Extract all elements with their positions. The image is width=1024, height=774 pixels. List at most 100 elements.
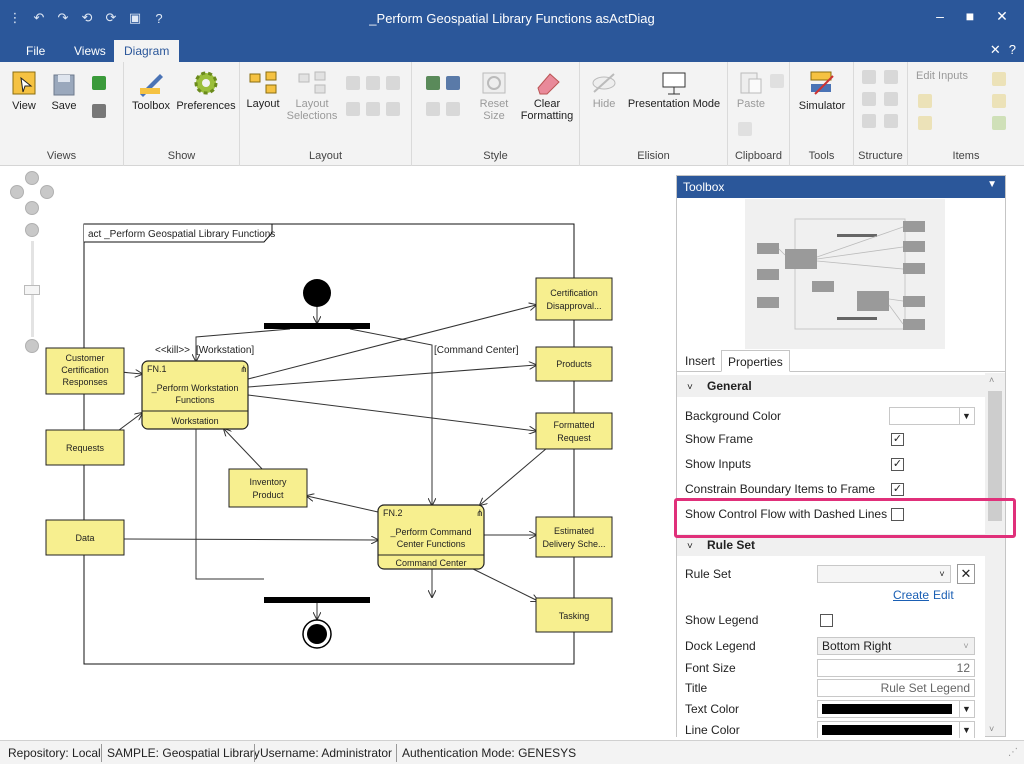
layout-button[interactable]: Layout (244, 70, 282, 110)
scroll-down-icon[interactable]: ˅ (989, 724, 994, 734)
clear-formatting-button[interactable]: Clear Formatting (516, 70, 578, 122)
node-estimated-delivery[interactable]: Estimated Delivery Sche... (535, 516, 613, 558)
items-icon-2[interactable] (918, 94, 932, 108)
align-left-icon[interactable] (346, 76, 360, 90)
style-icon-3[interactable] (426, 102, 440, 116)
dropdown-arrow-icon[interactable]: ▼ (959, 722, 973, 738)
save-button[interactable]: Save (48, 72, 80, 112)
fork-bar[interactable] (264, 323, 370, 329)
tab-views[interactable]: Views (64, 40, 116, 62)
copy-icon[interactable] (770, 74, 784, 88)
spell-check-icon[interactable] (92, 104, 106, 118)
line-color-swatch (822, 725, 952, 735)
structure-icon-3[interactable] (862, 92, 876, 106)
node-formatted-request[interactable]: Formatted Request (535, 412, 613, 450)
dropdown-arrow-icon[interactable]: ▼ (959, 408, 973, 424)
node-data[interactable]: Data (45, 519, 125, 556)
items-icon-1[interactable] (992, 72, 1006, 86)
align-center-icon[interactable] (366, 76, 380, 90)
cut-icon[interactable] (738, 122, 752, 136)
items-icon-5[interactable] (992, 116, 1006, 130)
node-certification-disapproval[interactable]: Certification Disapproval... (535, 277, 613, 321)
prop-line-color: Line Color ▼ (677, 719, 985, 738)
initial-node[interactable] (303, 279, 331, 307)
font-size-input[interactable]: 12 (817, 659, 975, 677)
reset-size-button[interactable]: Reset Size (474, 70, 514, 122)
minimize-button[interactable]: – (928, 8, 952, 28)
show-frame-checkbox[interactable]: ✓ (891, 433, 904, 446)
collapse-chevron-icon[interactable]: ▼ (987, 179, 997, 190)
tab-file[interactable]: File (16, 40, 55, 62)
items-icon-4[interactable] (918, 116, 932, 130)
align-right-icon[interactable] (386, 76, 400, 90)
layout-selections-button[interactable]: Layout Selections (284, 70, 340, 122)
node-inventory-product[interactable]: Inventory Product (228, 468, 308, 508)
text-color-dropdown[interactable] (817, 700, 975, 718)
title-input[interactable]: Rule Set Legend (817, 679, 975, 697)
group-label-style: Style (483, 150, 508, 162)
create-link[interactable]: Create (893, 588, 929, 602)
style-icon-1[interactable] (426, 76, 440, 90)
align-middle-icon[interactable] (366, 102, 380, 116)
help-circle-icon[interactable]: ? (1009, 42, 1016, 58)
structure-icon-6[interactable] (884, 114, 898, 128)
dropdown-arrow-icon[interactable]: ▼ (959, 701, 973, 717)
show-inputs-checkbox[interactable]: ✓ (891, 458, 904, 471)
dropdown-arrow-icon[interactable]: ˅ (959, 638, 973, 654)
prop-label: Rule Set (685, 567, 732, 581)
constrain-checkbox[interactable]: ✓ (891, 483, 904, 496)
node-requests[interactable]: Requests (45, 429, 125, 466)
function-fn2[interactable]: FN.2 ⋔ _Perform Command Center Functions… (377, 504, 485, 570)
dock-legend-dropdown[interactable]: Bottom Right (817, 637, 975, 655)
structure-icon-5[interactable] (862, 114, 876, 128)
text-color-swatch (822, 704, 952, 714)
align-bottom-icon[interactable] (386, 102, 400, 116)
paste-button[interactable]: Paste (734, 70, 768, 110)
node-products[interactable]: Products (535, 346, 613, 382)
section-general[interactable]: ˅ General (677, 375, 985, 397)
ribbon-group-items: Edit Inputs Items (908, 62, 1024, 166)
simulator-button[interactable]: Simulator (794, 68, 850, 112)
edit-link[interactable]: Edit (933, 588, 954, 602)
hide-button[interactable]: Hide (586, 70, 622, 110)
close-button[interactable]: ✕ (990, 8, 1014, 28)
node-label: Product (252, 490, 284, 500)
node-customer-certification[interactable]: Customer Certification Responses (45, 347, 125, 395)
clear-formatting-label-2: Formatting (520, 110, 574, 122)
items-icon-3[interactable] (992, 94, 1006, 108)
structure-icon-4[interactable] (884, 92, 898, 106)
style-icon-2[interactable] (446, 76, 460, 90)
clear-formatting-label-1: Clear (533, 98, 561, 110)
join-bar[interactable] (264, 597, 370, 603)
node-tasking[interactable]: Tasking (535, 597, 613, 633)
scroll-up-icon[interactable]: ˄ (989, 375, 994, 385)
diagram-canvas[interactable]: act _Perform Geospatial Library Function… (0, 167, 672, 737)
properties-scrollbar[interactable]: ˄ ˅ (985, 373, 1005, 736)
edit-inputs-button[interactable]: Edit Inputs (916, 70, 988, 82)
style-icon-4[interactable] (446, 102, 460, 116)
function-fn1[interactable]: FN.1 ⋔ _Perform Workstation Functions Wo… (141, 360, 249, 430)
align-top-icon[interactable] (346, 102, 360, 116)
view-button[interactable]: View (6, 68, 42, 112)
properties-list: ˅ General Background Color ▼ Show Frame ✓… (677, 373, 985, 738)
preferences-button[interactable]: Preferences (176, 68, 236, 112)
presentation-mode-button[interactable]: Presentation Mode (624, 70, 724, 110)
show-legend-checkbox[interactable] (820, 614, 833, 627)
tab-diagram[interactable]: Diagram (114, 40, 180, 62)
maximize-button[interactable]: ■ (958, 8, 982, 28)
check-icon[interactable] (92, 76, 106, 90)
resize-grip-icon[interactable]: ⋰ (1008, 747, 1018, 758)
tab-properties[interactable]: Properties (721, 350, 790, 372)
clear-rule-set-icon[interactable]: ✕ (957, 564, 975, 584)
diagram-overview-preview[interactable] (745, 199, 945, 349)
dropdown-arrow-icon[interactable]: ˅ (935, 566, 949, 582)
options-icon[interactable]: ✕ (990, 42, 1001, 58)
structure-icon-1[interactable] (862, 70, 876, 84)
node-label: Data (75, 533, 94, 543)
presentation-icon (662, 72, 686, 95)
line-color-dropdown[interactable] (817, 721, 975, 738)
structure-icon-2[interactable] (884, 70, 898, 84)
tab-insert[interactable]: Insert (679, 350, 721, 372)
toolbox-button[interactable]: Toolbox (128, 68, 174, 112)
rule-set-dropdown[interactable] (817, 565, 951, 583)
